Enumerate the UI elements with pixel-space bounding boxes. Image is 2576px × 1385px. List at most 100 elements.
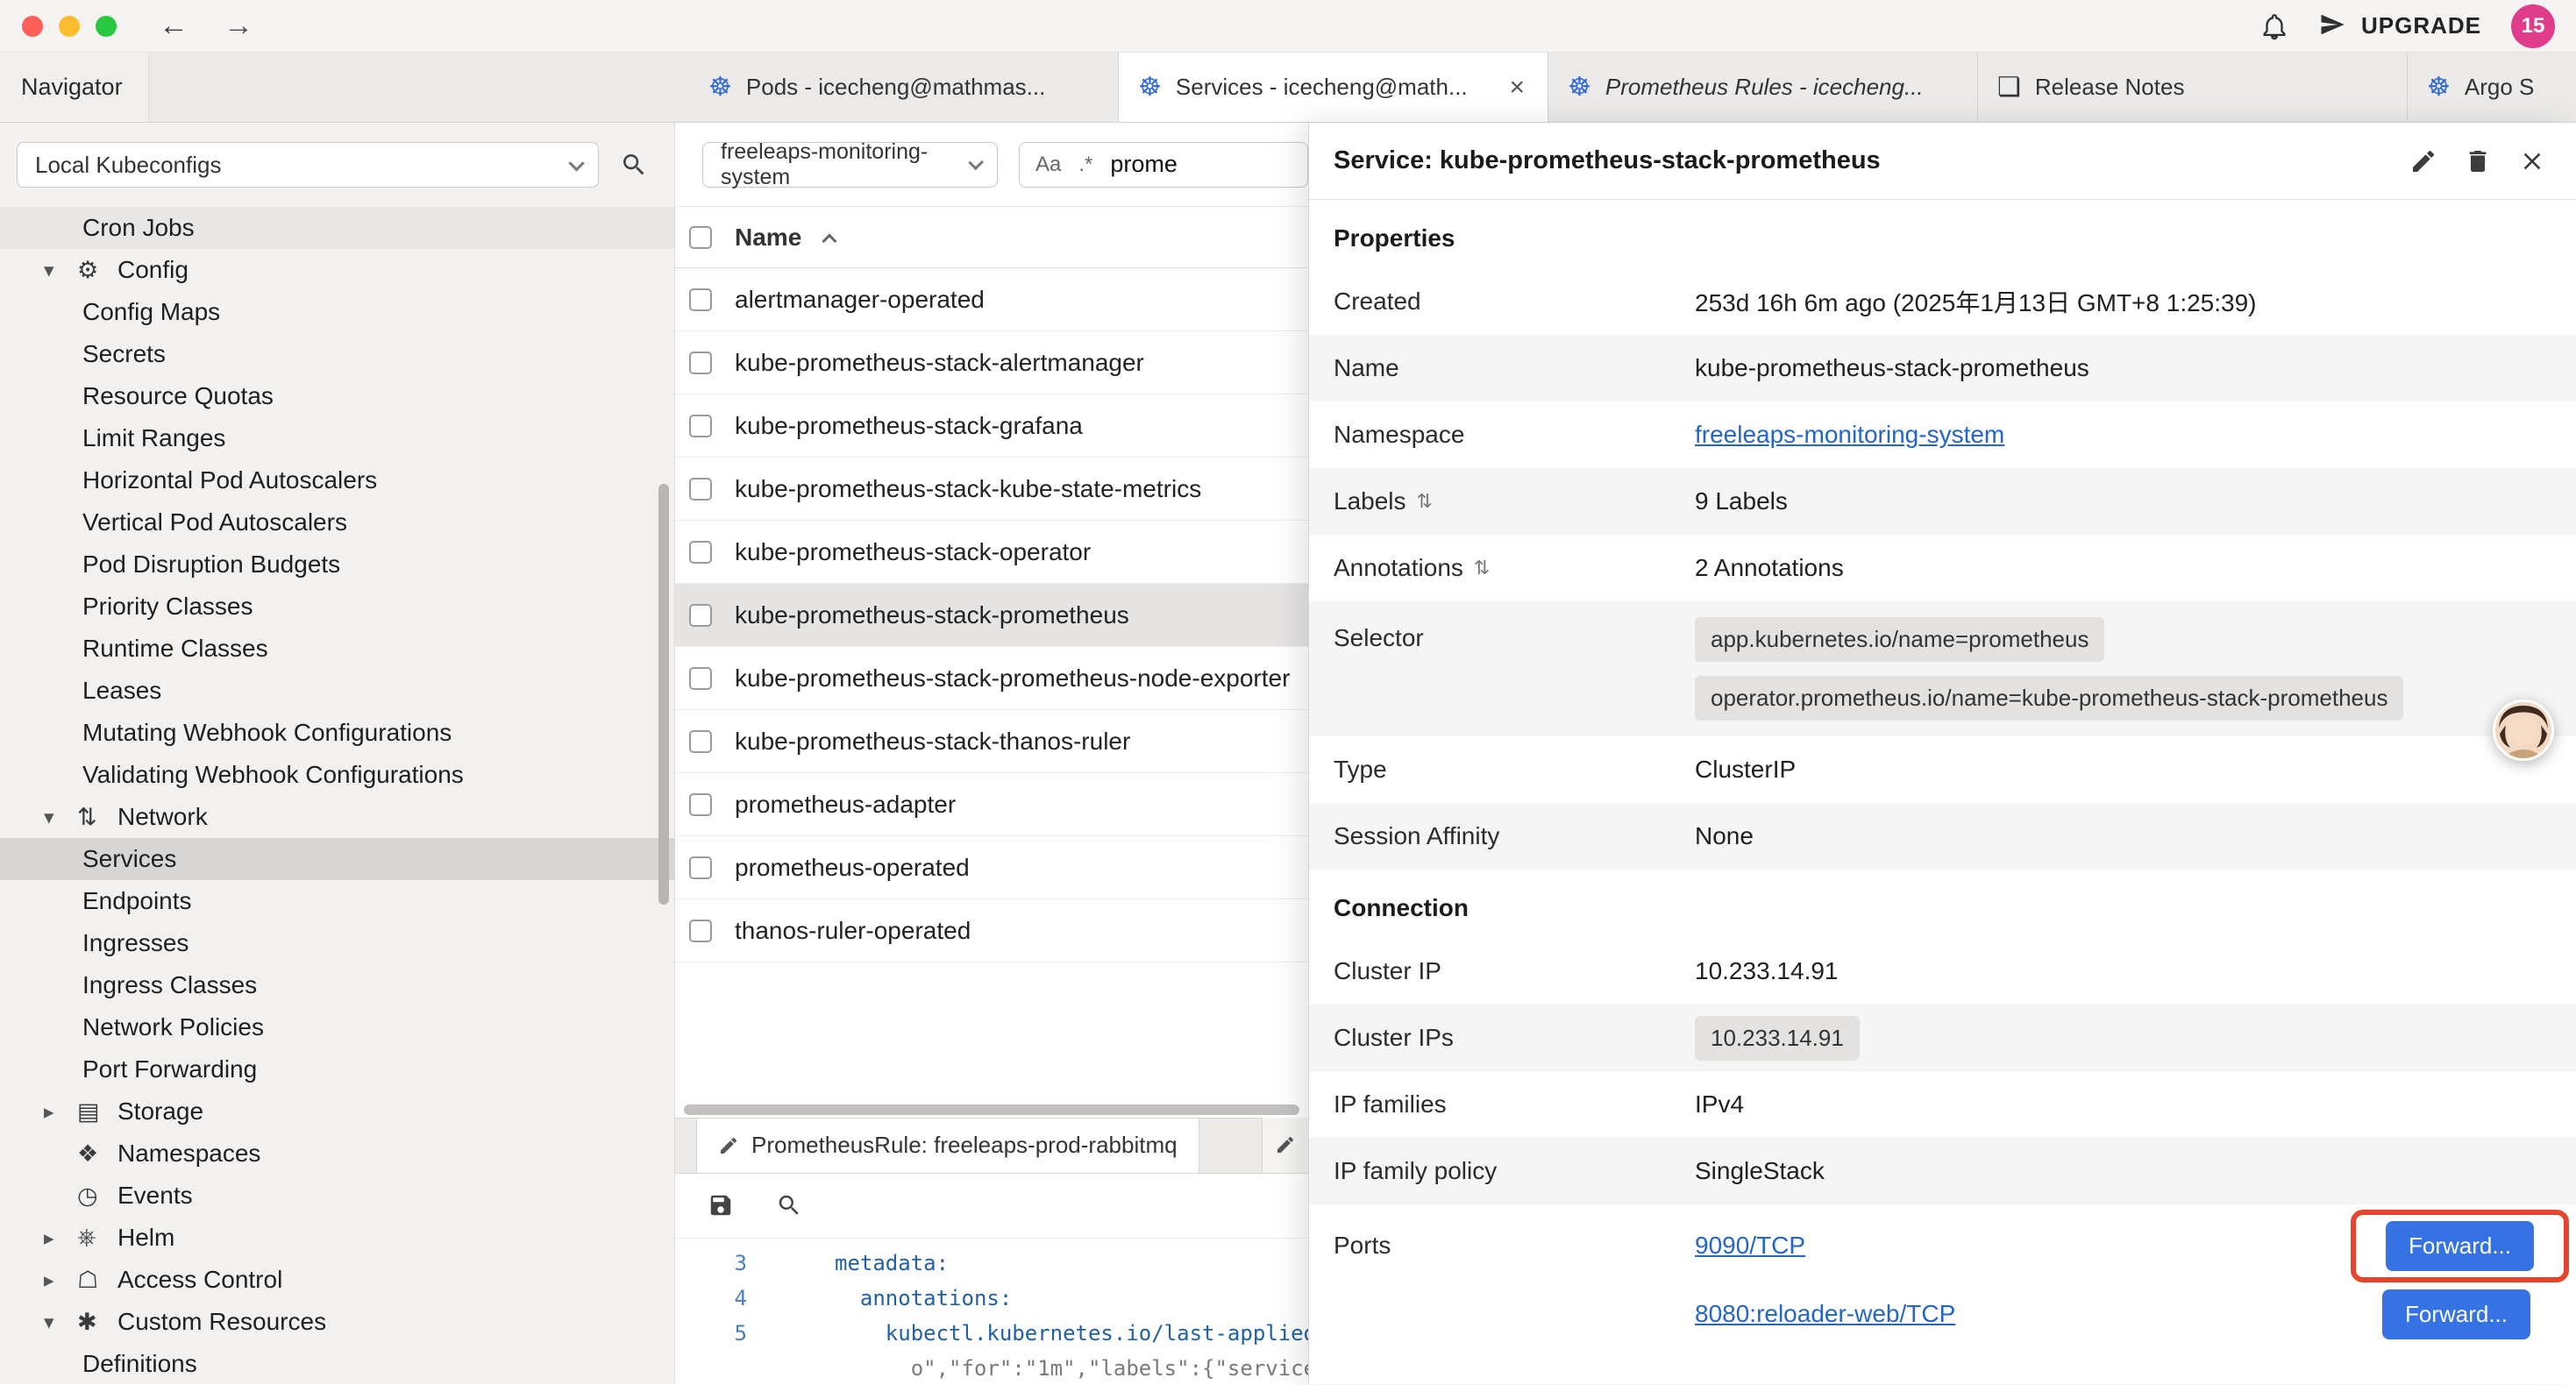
editor-search-icon[interactable] bbox=[770, 1186, 808, 1225]
service-row[interactable]: kube-prometheus-stack-prometheus bbox=[675, 584, 1308, 647]
next-editor-tab-partial[interactable] bbox=[1262, 1118, 1308, 1173]
row-checkbox[interactable] bbox=[689, 920, 712, 942]
save-icon[interactable] bbox=[701, 1186, 740, 1225]
namespace-link[interactable]: freeleaps-monitoring-system bbox=[1695, 421, 2004, 449]
port-link-9090[interactable]: 9090/TCP bbox=[1695, 1232, 1805, 1260]
forward-port-button[interactable]: Forward... bbox=[2382, 1289, 2530, 1339]
sidebar-item-leases[interactable]: Leases bbox=[0, 670, 674, 712]
sidebar-item-cron-jobs[interactable]: Cron Jobs bbox=[0, 207, 674, 249]
service-row[interactable]: kube-prometheus-stack-prometheus-node-ex… bbox=[675, 647, 1308, 710]
tree-chevron-icon[interactable]: ▸ bbox=[44, 1100, 77, 1124]
close-drawer-icon[interactable] bbox=[2513, 142, 2551, 181]
sort-ascending-icon[interactable] bbox=[822, 233, 837, 248]
sidebar-item-pod-disruption-budgets[interactable]: Pod Disruption Budgets bbox=[0, 543, 674, 586]
horizontal-scrollbar-thumb[interactable] bbox=[684, 1104, 1299, 1115]
tree-chevron-icon[interactable]: ▸ bbox=[44, 1268, 77, 1292]
sidebar-item-network[interactable]: ▾ ⇅ Network bbox=[0, 796, 674, 838]
notifications-bell-icon[interactable] bbox=[2259, 11, 2289, 41]
tab-release-notes[interactable]: ❏ Release Notes bbox=[1978, 53, 2408, 122]
row-checkbox[interactable] bbox=[689, 793, 712, 816]
row-checkbox[interactable] bbox=[689, 352, 712, 374]
notification-count-badge[interactable]: 15 bbox=[2511, 4, 2555, 48]
window-zoom-button[interactable] bbox=[96, 16, 117, 37]
back-button[interactable]: ← bbox=[159, 9, 189, 43]
sidebar-item-custom-resources[interactable]: ▾ ✱ Custom Resources bbox=[0, 1301, 674, 1343]
created-value: 253d 16h 6m ago (2025年1月13日 GMT+8 1:25:3… bbox=[1695, 284, 2257, 319]
tree-chevron-icon[interactable]: ▾ bbox=[44, 259, 77, 282]
delete-trash-icon[interactable] bbox=[2459, 142, 2497, 181]
tab-services[interactable]: ☸ Services - icecheng@math... × bbox=[1119, 53, 1548, 122]
match-case-toggle[interactable]: Aa bbox=[1035, 153, 1061, 177]
service-row[interactable]: kube-prometheus-stack-alertmanager bbox=[675, 331, 1308, 394]
edit-pencil-icon[interactable] bbox=[2404, 142, 2443, 181]
window-minimize-button[interactable] bbox=[59, 16, 80, 37]
row-checkbox[interactable] bbox=[689, 604, 712, 627]
sidebar-scrollbar[interactable] bbox=[658, 484, 669, 905]
service-row[interactable]: alertmanager-operated bbox=[675, 268, 1308, 331]
sidebar-item-port-forwarding[interactable]: Port Forwarding bbox=[0, 1048, 674, 1090]
service-row[interactable]: kube-prometheus-stack-thanos-ruler bbox=[675, 710, 1308, 773]
close-tab-icon[interactable]: × bbox=[1505, 73, 1528, 103]
tree-chevron-icon[interactable]: ▾ bbox=[44, 806, 77, 829]
sidebar-item-config-maps[interactable]: Config Maps bbox=[0, 291, 674, 333]
sidebar-item-definitions[interactable]: Definitions bbox=[0, 1343, 674, 1384]
select-all-checkbox[interactable] bbox=[689, 226, 712, 249]
forward-port-button[interactable]: Forward... bbox=[2386, 1221, 2534, 1271]
regex-toggle[interactable]: .* bbox=[1078, 153, 1092, 177]
upgrade-button[interactable]: UPGRADE bbox=[2319, 11, 2481, 41]
tab-prometheus-rules[interactable]: ☸ Prometheus Rules - icecheng... bbox=[1548, 53, 1978, 122]
row-checkbox[interactable] bbox=[689, 730, 712, 753]
row-checkbox[interactable] bbox=[689, 478, 712, 501]
sidebar-item-vertical-pod-autoscalers[interactable]: Vertical Pod Autoscalers bbox=[0, 501, 674, 543]
row-checkbox[interactable] bbox=[689, 288, 712, 311]
sidebar-item-secrets[interactable]: Secrets bbox=[0, 333, 674, 375]
sidebar-item-events[interactable]: ◷ Events bbox=[0, 1175, 674, 1217]
service-row[interactable]: kube-prometheus-stack-operator bbox=[675, 521, 1308, 584]
name-column-header[interactable]: Name bbox=[735, 224, 801, 252]
row-checkbox[interactable] bbox=[689, 415, 712, 437]
assistant-avatar[interactable] bbox=[2493, 700, 2554, 761]
sidebar-item-storage[interactable]: ▸ ▤ Storage bbox=[0, 1090, 674, 1133]
sidebar-item-horizontal-pod-autoscalers[interactable]: Horizontal Pod Autoscalers bbox=[0, 459, 674, 501]
kubeconfig-selector[interactable]: Local Kubeconfigs bbox=[17, 142, 599, 188]
sidebar-item-helm[interactable]: ▸ ⎈ Helm bbox=[0, 1217, 674, 1259]
labels-expand-icon[interactable]: ⇅ bbox=[1417, 490, 1433, 513]
tab-argo[interactable]: ☸ Argo S bbox=[2408, 53, 2576, 122]
horizontal-scrollbar[interactable] bbox=[675, 1102, 1308, 1118]
sidebar-item-config[interactable]: ▾ ⚙ Config bbox=[0, 249, 674, 291]
window-close-button[interactable] bbox=[22, 16, 43, 37]
sidebar-item-priority-classes[interactable]: Priority Classes bbox=[0, 586, 674, 628]
sidebar-item-access-control[interactable]: ▸ ☖ Access Control bbox=[0, 1259, 674, 1301]
sidebar-item-runtime-classes[interactable]: Runtime Classes bbox=[0, 628, 674, 670]
service-row[interactable]: kube-prometheus-stack-grafana bbox=[675, 394, 1308, 458]
sidebar-item-ingress-classes[interactable]: Ingress Classes bbox=[0, 964, 674, 1006]
annotations-expand-icon[interactable]: ⇅ bbox=[1474, 557, 1490, 579]
sidebar-item-label: Access Control bbox=[117, 1266, 282, 1294]
sidebar-item-mutating-webhook-configurations[interactable]: Mutating Webhook Configurations bbox=[0, 712, 674, 754]
sidebar-item-network-policies[interactable]: Network Policies bbox=[0, 1006, 674, 1048]
sidebar-item-endpoints[interactable]: Endpoints bbox=[0, 880, 674, 922]
sidebar-item-limit-ranges[interactable]: Limit Ranges bbox=[0, 417, 674, 459]
prometheusrule-editor-tab[interactable]: PrometheusRule: freeleaps-prod-rabbitmq bbox=[696, 1118, 1199, 1173]
sidebar-item-services[interactable]: Services bbox=[0, 838, 674, 880]
tree-chevron-icon[interactable]: ▸ bbox=[44, 1226, 77, 1250]
port-link-8080-reloader-web[interactable]: 8080:reloader-web/TCP bbox=[1695, 1300, 1955, 1328]
service-search-input[interactable]: Aa .* prome bbox=[1019, 142, 1308, 188]
sidebar-item-namespaces[interactable]: ❖ Namespaces bbox=[0, 1133, 674, 1175]
yaml-editor[interactable]: 3 metadata: 4 annotations: 5 kubectl.kub… bbox=[675, 1239, 1308, 1385]
row-checkbox[interactable] bbox=[689, 667, 712, 690]
forward-button[interactable]: → bbox=[224, 9, 253, 43]
sidebar-item-resource-quotas[interactable]: Resource Quotas bbox=[0, 375, 674, 417]
tab-pods[interactable]: ☸ Pods - icecheng@mathmas... bbox=[689, 53, 1119, 122]
sidebar-item-validating-webhook-configurations[interactable]: Validating Webhook Configurations bbox=[0, 754, 674, 796]
tree-chevron-icon[interactable]: ▾ bbox=[44, 1310, 77, 1334]
row-checkbox[interactable] bbox=[689, 856, 712, 879]
service-row[interactable]: kube-prometheus-stack-kube-state-metrics bbox=[675, 458, 1308, 521]
service-row[interactable]: thanos-ruler-operated bbox=[675, 899, 1308, 962]
namespace-selector[interactable]: freeleaps-monitoring-system bbox=[702, 142, 998, 188]
service-row[interactable]: prometheus-adapter bbox=[675, 773, 1308, 836]
sidebar-search-icon[interactable] bbox=[615, 146, 653, 184]
row-checkbox[interactable] bbox=[689, 541, 712, 564]
service-row[interactable]: prometheus-operated bbox=[675, 836, 1308, 899]
sidebar-item-ingresses[interactable]: Ingresses bbox=[0, 922, 674, 964]
